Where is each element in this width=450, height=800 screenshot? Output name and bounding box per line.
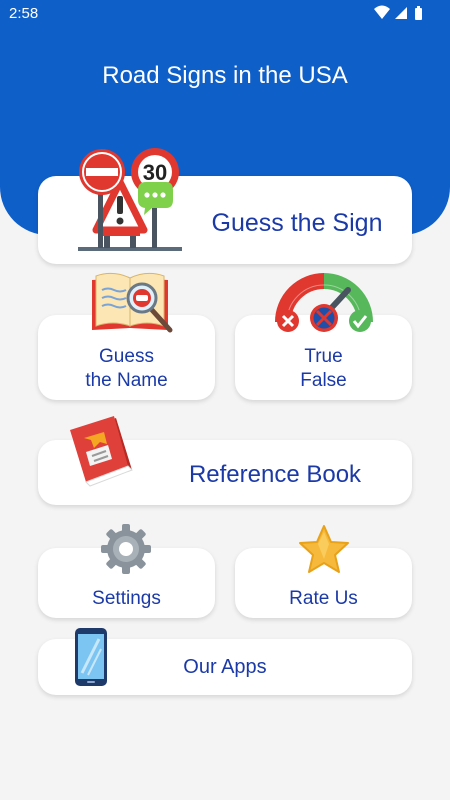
red-book-icon	[64, 414, 136, 488]
gauge-icon	[273, 270, 375, 336]
status-bar: 2:58	[0, 0, 450, 28]
smartphone-icon	[73, 627, 109, 687]
open-book-icon	[88, 268, 176, 338]
app-title: Road Signs in the USA	[102, 62, 348, 89]
true-false-label-line1: True	[304, 346, 343, 367]
guess-the-sign-label: Guess the Sign	[211, 209, 383, 237]
gear-icon	[100, 523, 152, 575]
status-icons	[374, 5, 430, 21]
guess-the-name-label-line2: the Name	[85, 370, 168, 391]
battery-icon	[415, 6, 422, 20]
true-false-label-line2: False	[300, 370, 347, 391]
settings-label: Settings	[92, 588, 161, 609]
cell-signal-icon	[395, 7, 407, 19]
rate-us-label: Rate Us	[289, 588, 358, 609]
star-icon	[297, 524, 351, 576]
guess-the-name-label-line1: Guess	[99, 346, 154, 367]
wifi-icon	[374, 5, 390, 19]
speed-limit-label: 30	[143, 160, 167, 185]
road-signs-icon: 30	[74, 146, 186, 256]
status-time: 2:58	[9, 5, 39, 22]
reference-book-label: Reference Book	[188, 461, 362, 488]
